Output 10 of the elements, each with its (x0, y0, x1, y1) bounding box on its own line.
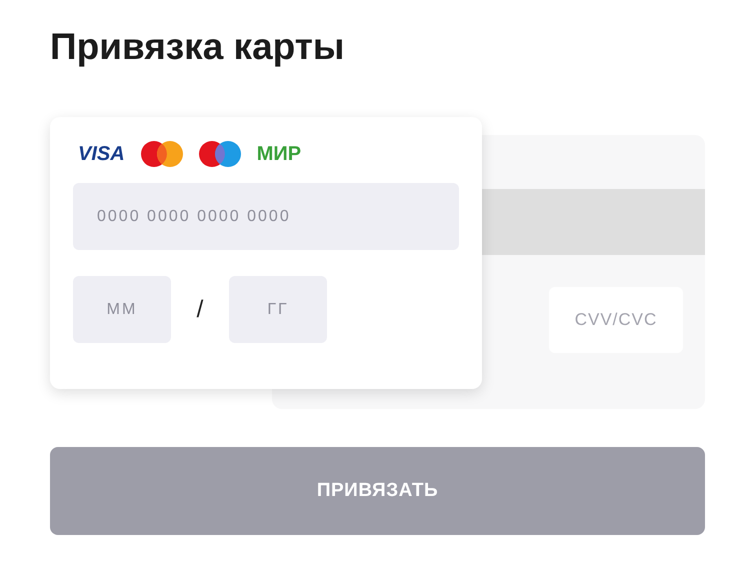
visa-logo: VISA (78, 144, 125, 164)
year-field[interactable]: ГГ (229, 276, 327, 343)
card-number-field[interactable]: 0000 0000 0000 0000 (73, 183, 459, 250)
cvv-field[interactable]: CVV/CVC (549, 287, 683, 353)
date-separator: / (196, 294, 204, 324)
two-circles-logo (140, 141, 183, 167)
two-circles-logo (198, 141, 241, 167)
mir-logo: МИР (256, 144, 302, 164)
month-field[interactable]: ММ (73, 276, 171, 343)
page-title: Привязка карты (49, 25, 346, 69)
